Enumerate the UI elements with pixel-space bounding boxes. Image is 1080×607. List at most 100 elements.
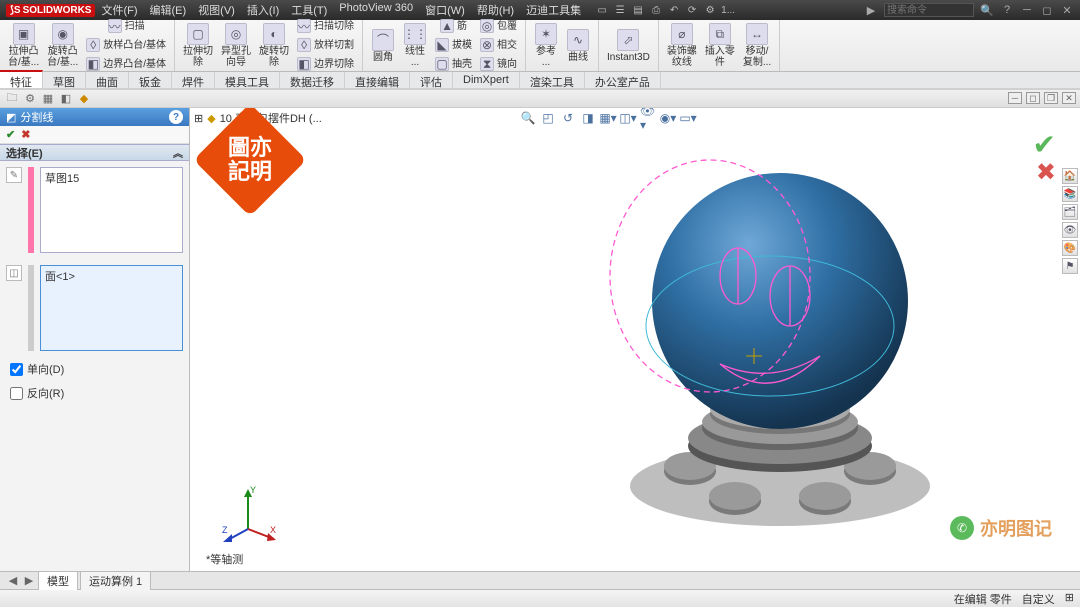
prev-view-icon[interactable]: ↺ bbox=[560, 110, 576, 126]
ribbon-btn-21[interactable]: ⬀Instant3D bbox=[603, 27, 654, 65]
menu-window[interactable]: 窗口(W) bbox=[425, 2, 465, 18]
ribbon-btn-19[interactable]: ✶参考 ... bbox=[530, 21, 562, 70]
view-orient-icon[interactable]: ▦▾ bbox=[600, 110, 616, 126]
ribbon-btn-6[interactable]: ◎异型孔 向导 bbox=[217, 21, 255, 70]
appearance-icon[interactable]: ◉▾ bbox=[660, 110, 676, 126]
tab-prev-icon[interactable]: ◀ bbox=[6, 574, 20, 588]
menu-photoview[interactable]: PhotoView 360 bbox=[339, 2, 413, 18]
ribbon-btn-0[interactable]: ▣拉伸凸 台/基... bbox=[4, 21, 43, 70]
sketch-selection-box[interactable]: 草图15 bbox=[40, 167, 183, 253]
help-icon[interactable]: ? bbox=[1000, 3, 1014, 17]
ribbon-btn-17[interactable]: ⊗相交 bbox=[476, 36, 521, 55]
fm-appearance-icon[interactable]: ◆ bbox=[76, 92, 92, 106]
tab-features[interactable]: 特征 bbox=[0, 70, 43, 88]
single-direction-checkbox[interactable] bbox=[10, 363, 23, 376]
menu-maidi[interactable]: 迈迪工具集 bbox=[526, 2, 581, 18]
ribbon-btn-11[interactable]: ⌒圆角 bbox=[367, 27, 399, 65]
ribbon-btn-20[interactable]: ∿曲线 bbox=[562, 27, 594, 65]
tab-model[interactable]: 模型 bbox=[38, 571, 78, 590]
orientation-triad[interactable]: Y X Z bbox=[218, 483, 278, 543]
tab-motion-study[interactable]: 运动算例 1 bbox=[80, 571, 151, 590]
ribbon-btn-13[interactable]: ▲筋 bbox=[431, 17, 476, 36]
qat-print-icon[interactable]: ⎙ bbox=[649, 3, 663, 17]
qat-new-icon[interactable]: ▭ bbox=[595, 3, 609, 17]
pm-selection-header[interactable]: 选择(E) ︽ bbox=[0, 144, 189, 161]
menu-help[interactable]: 帮助(H) bbox=[477, 2, 514, 18]
menu-insert[interactable]: 插入(I) bbox=[247, 2, 279, 18]
taskpane-explorer-icon[interactable]: 🗂 bbox=[1062, 204, 1078, 220]
menu-tools[interactable]: 工具(T) bbox=[291, 2, 327, 18]
ribbon-btn-16[interactable]: ◎包覆 bbox=[476, 17, 521, 36]
ribbon-btn-9[interactable]: ◊放样切割 bbox=[293, 36, 358, 55]
tab-office[interactable]: 办公室产品 bbox=[585, 72, 661, 88]
face-select-icon[interactable]: ◫ bbox=[6, 265, 22, 281]
scene-icon[interactable]: ▭▾ bbox=[680, 110, 696, 126]
fm-tree-icon[interactable]: 🗀 bbox=[4, 92, 20, 106]
fm-config-icon[interactable]: ▦ bbox=[40, 92, 56, 106]
tab-sketch[interactable]: 草图 bbox=[43, 72, 86, 88]
hide-show-icon[interactable]: 👁▾ bbox=[640, 110, 656, 126]
taskpane-appearance-icon[interactable]: 🎨 bbox=[1062, 240, 1078, 256]
minimize-icon[interactable]: ─ bbox=[1020, 3, 1034, 17]
ribbon-btn-24[interactable]: ↔移动/ 复制... bbox=[739, 21, 775, 70]
display-style-icon[interactable]: ◫▾ bbox=[620, 110, 636, 126]
menu-edit[interactable]: 编辑(E) bbox=[150, 2, 187, 18]
tab-evaluate[interactable]: 评估 bbox=[410, 72, 453, 88]
qat-rebuild-icon[interactable]: ⟳ bbox=[685, 3, 699, 17]
menu-file[interactable]: 文件(F) bbox=[101, 2, 137, 18]
ribbon-btn-1[interactable]: ◉旋转凸 台/基... bbox=[43, 21, 82, 70]
ribbon-btn-23[interactable]: ⧉插入零 件 bbox=[701, 21, 739, 70]
tab-dimxpert[interactable]: DimXpert bbox=[453, 72, 520, 88]
taskpane-lib-icon[interactable]: 📚 bbox=[1062, 186, 1078, 202]
qat-open-icon[interactable]: ☰ bbox=[613, 3, 627, 17]
face-selection-box[interactable]: 面<1> bbox=[40, 265, 183, 351]
search-icon[interactable]: 🔍 bbox=[980, 3, 994, 17]
doc-minimize-icon[interactable]: ─ bbox=[1008, 92, 1022, 104]
ribbon-btn-14[interactable]: ◣拔模 bbox=[431, 36, 476, 55]
fm-prop-icon[interactable]: ⚙ bbox=[22, 92, 38, 106]
pm-ok-button[interactable]: ✔ bbox=[6, 128, 15, 141]
qat-save-icon[interactable]: ▤ bbox=[631, 3, 645, 17]
status-system[interactable]: 自定义 bbox=[1022, 591, 1055, 607]
taskpane-custom-icon[interactable]: ⚑ bbox=[1062, 258, 1078, 274]
section-view-icon[interactable]: ◨ bbox=[580, 110, 596, 126]
close-icon[interactable]: ✕ bbox=[1060, 3, 1074, 17]
ribbon-btn-7[interactable]: ◐旋转切 除 bbox=[255, 21, 293, 70]
taskpane-home-icon[interactable]: 🏠 bbox=[1062, 168, 1078, 184]
menu-view[interactable]: 视图(V) bbox=[198, 2, 235, 18]
doc-close-icon[interactable]: ✕ bbox=[1062, 92, 1076, 104]
maximize-icon[interactable]: ◻ bbox=[1040, 3, 1054, 17]
taskpane-view-icon[interactable]: 👁 bbox=[1062, 222, 1078, 238]
tab-render[interactable]: 渲染工具 bbox=[520, 72, 585, 88]
qat-extra[interactable]: 1... bbox=[721, 3, 735, 17]
ribbon-btn-22[interactable]: ⌀装饰螺 纹线 bbox=[663, 21, 701, 70]
ribbon-btn-3[interactable]: ◊放样凸台/基体 bbox=[82, 36, 170, 55]
ribbon-btn-8[interactable]: 〰扫描切除 bbox=[293, 17, 358, 36]
viewport[interactable]: ⊞ ◆ 10.表情包摆件DH (... 🔍 ◰ ↺ ◨ ▦▾ ◫▾ 👁▾ ◉▾ … bbox=[190, 108, 1080, 571]
doc-restore-icon[interactable]: ❐ bbox=[1044, 92, 1058, 104]
run-icon[interactable]: ▶ bbox=[864, 3, 878, 17]
cancel-feature-icon[interactable]: ✖ bbox=[1036, 158, 1056, 187]
qat-options-icon[interactable]: ⚙ bbox=[703, 3, 717, 17]
sketch-select-icon[interactable]: ✎ bbox=[6, 167, 22, 183]
doc-maximize-icon[interactable]: ◻ bbox=[1026, 92, 1040, 104]
qat-undo-icon[interactable]: ↶ bbox=[667, 3, 681, 17]
tab-datamigration[interactable]: 数据迁移 bbox=[280, 72, 345, 88]
tab-sheetmetal[interactable]: 钣金 bbox=[129, 72, 172, 88]
pm-help-icon[interactable]: ? bbox=[169, 110, 183, 124]
tab-weldments[interactable]: 焊件 bbox=[172, 72, 215, 88]
zoom-area-icon[interactable]: ◰ bbox=[540, 110, 556, 126]
ribbon-btn-2[interactable]: 〰扫描 bbox=[82, 17, 170, 36]
confirm-feature-icon[interactable]: ✔ bbox=[1033, 128, 1056, 161]
tab-moldtools[interactable]: 模具工具 bbox=[215, 72, 280, 88]
ribbon-btn-12[interactable]: ⋮⋮线性 ... bbox=[399, 21, 431, 70]
tab-next-icon[interactable]: ▶ bbox=[22, 574, 36, 588]
tab-directedit[interactable]: 直接编辑 bbox=[345, 72, 410, 88]
pm-cancel-button[interactable]: ✖ bbox=[21, 128, 30, 141]
status-units-icon[interactable]: ⊞ bbox=[1065, 591, 1074, 607]
fm-display-icon[interactable]: ◧ bbox=[58, 92, 74, 106]
reverse-checkbox[interactable] bbox=[10, 387, 23, 400]
command-search-input[interactable] bbox=[884, 3, 974, 17]
tree-expand-icon[interactable]: ⊞ bbox=[194, 112, 203, 125]
zoom-fit-icon[interactable]: 🔍 bbox=[520, 110, 536, 126]
